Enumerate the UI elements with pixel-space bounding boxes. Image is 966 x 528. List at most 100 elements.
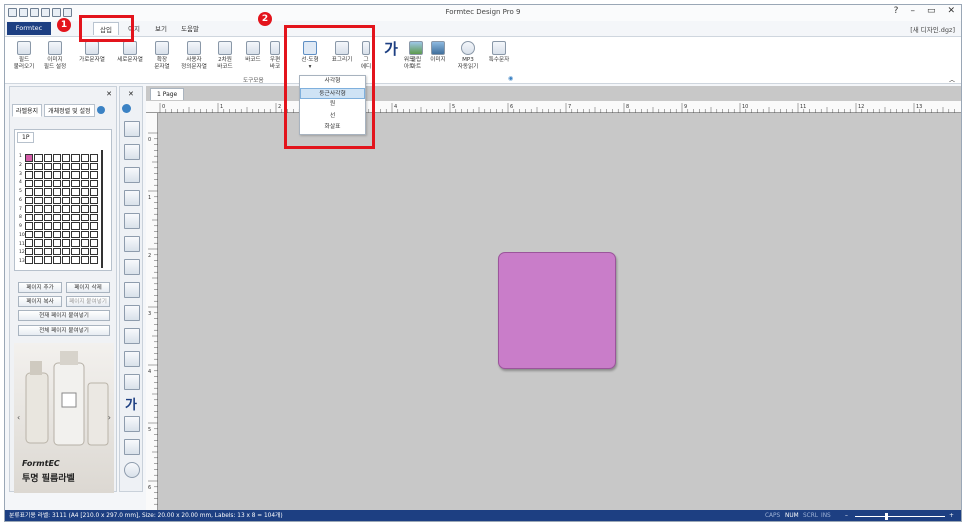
label-cell[interactable] (71, 154, 80, 162)
label-cell[interactable] (34, 247, 43, 256)
label-cell[interactable] (25, 222, 34, 230)
carousel-next-icon[interactable]: › (108, 413, 111, 422)
label-cell[interactable] (43, 179, 52, 188)
extended-text-button[interactable]: 확장 문자열 (151, 41, 173, 70)
label-cell[interactable] (80, 222, 89, 230)
label-cell[interactable] (52, 188, 61, 196)
horizontal-text-button[interactable]: 가로문자열 (75, 41, 109, 64)
label-cell[interactable] (62, 162, 71, 171)
label-cell[interactable] (80, 171, 89, 179)
add-page-button[interactable]: 페이지 추가 (18, 282, 62, 293)
file-menu-button[interactable]: Formtec (7, 22, 51, 35)
label-cell[interactable] (52, 171, 61, 179)
design-workspace[interactable]: 1 Page 012345678910111213 0123456 (146, 86, 961, 510)
mp3-auto-read-button[interactable]: MP3 자동읽기 (455, 41, 481, 70)
field-load-tool-icon[interactable] (124, 121, 140, 137)
label-cell[interactable] (71, 171, 80, 179)
panel-settings-icon[interactable] (96, 106, 105, 114)
label-cell[interactable] (25, 179, 34, 188)
tab-object-align[interactable]: 개체정렬 및 설정 (44, 104, 95, 117)
label-cell[interactable] (89, 154, 98, 162)
label-cell[interactable] (62, 230, 71, 239)
label-cell[interactable] (25, 205, 34, 213)
label-cell[interactable] (80, 230, 89, 239)
zoom-out-icon[interactable]: – (845, 510, 848, 521)
label-cell[interactable] (52, 213, 61, 222)
label-cell[interactable] (62, 188, 71, 196)
label-cell[interactable] (80, 179, 89, 188)
label-cell[interactable] (62, 222, 71, 230)
label-cell[interactable] (34, 188, 43, 196)
label-cell[interactable] (89, 205, 98, 213)
label-cell[interactable] (80, 188, 89, 196)
label-cell[interactable] (80, 154, 89, 162)
vertical-text-tool-icon[interactable] (124, 190, 140, 206)
label-cell[interactable] (43, 247, 52, 256)
label-cell[interactable] (34, 256, 43, 264)
qr-barcode-button[interactable]: 2차원 바코드 (213, 41, 237, 70)
label-cell[interactable] (34, 239, 43, 247)
tab-1-page[interactable]: 1 Page (150, 88, 185, 100)
custom-text-tool-icon[interactable] (124, 236, 140, 252)
label-cell[interactable] (62, 179, 71, 188)
label-cell[interactable] (25, 162, 34, 171)
image-field-button[interactable]: 이미지 필드 설정 (41, 41, 69, 70)
label-cell[interactable] (80, 205, 89, 213)
label-cell[interactable] (43, 213, 52, 222)
label-cell[interactable] (71, 222, 80, 230)
label-cell[interactable] (34, 179, 43, 188)
postal-barcode-tool-icon[interactable] (124, 305, 140, 321)
label-cell[interactable] (34, 154, 43, 162)
minimize-button[interactable]: – (910, 6, 915, 16)
horizontal-text-tool-icon[interactable] (124, 167, 140, 183)
special-char-button[interactable]: 특수문자 (485, 41, 513, 64)
image-button[interactable]: 이미지 (427, 41, 449, 64)
word-art-glyph[interactable]: 가 (383, 41, 399, 59)
label-cell[interactable] (52, 179, 61, 188)
label-cell[interactable] (62, 196, 71, 205)
zoom-in-icon[interactable]: + (949, 510, 954, 521)
label-cell[interactable] (71, 179, 80, 188)
qr-code-tool-icon[interactable] (124, 259, 140, 275)
carousel-prev-icon[interactable]: ‹ (17, 413, 20, 422)
label-cell[interactable] (89, 247, 98, 256)
label-cell[interactable] (62, 213, 71, 222)
delete-page-button[interactable]: 페이지 삭제 (66, 282, 110, 293)
close-button[interactable]: ✕ (947, 6, 955, 16)
label-cell[interactable] (89, 162, 98, 171)
tab-label-paper[interactable]: 라벨용지 (12, 104, 43, 117)
paste-all-pages-button[interactable]: 전체 페이지 붙여넣기 (18, 325, 110, 336)
help-button[interactable]: ? (894, 6, 899, 16)
label-cell[interactable] (62, 247, 71, 256)
barcode-button[interactable]: 바코드 (241, 41, 265, 64)
close-toolbar-icon[interactable]: ✕ (128, 90, 134, 98)
extended-text-tool-icon[interactable] (124, 213, 140, 229)
label-cell[interactable] (89, 179, 98, 188)
ribbon-settings-icon[interactable]: ◉ (508, 75, 513, 82)
label-cell[interactable] (34, 222, 43, 230)
label-cell[interactable] (71, 162, 80, 171)
label-cell[interactable] (43, 222, 52, 230)
label-cell[interactable] (80, 162, 89, 171)
label-cell[interactable] (52, 222, 61, 230)
label-cell[interactable] (43, 205, 52, 213)
label-cell[interactable] (80, 239, 89, 247)
maximize-button[interactable]: ▭ (927, 6, 936, 16)
label-cell[interactable] (25, 213, 34, 222)
label-cell[interactable] (34, 213, 43, 222)
label-cell[interactable] (43, 188, 52, 196)
label-cell[interactable] (52, 256, 61, 264)
label-cell[interactable] (62, 256, 71, 264)
label-cell[interactable] (80, 256, 89, 264)
label-cell[interactable] (89, 239, 98, 247)
zoom-slider-thumb[interactable] (885, 513, 888, 520)
label-cell[interactable] (34, 196, 43, 205)
label-cell[interactable] (25, 154, 34, 162)
label-cell[interactable] (52, 162, 61, 171)
label-cell[interactable] (25, 188, 34, 196)
label-cell[interactable] (52, 239, 61, 247)
clip-art-tool-icon[interactable] (124, 416, 140, 432)
label-cell[interactable] (80, 196, 89, 205)
label-cell[interactable] (89, 230, 98, 239)
image-field-tool-icon[interactable] (124, 144, 140, 160)
